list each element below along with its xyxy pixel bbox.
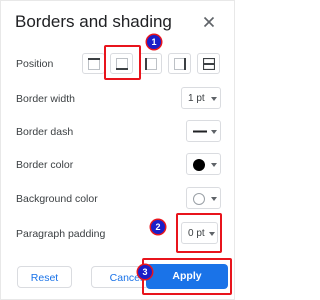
chevron-down-icon [209,232,215,236]
border-width-value: 1 pt [188,93,205,104]
paragraph-padding-label: Paragraph padding [16,228,106,240]
chevron-down-icon [211,97,217,101]
close-icon[interactable] [200,13,218,31]
dialog-title: Borders and shading [15,12,172,31]
position-top-button[interactable] [82,53,105,74]
border-top-icon [88,58,100,70]
border-width-dropdown[interactable]: 1 pt [181,87,221,109]
position-between-button[interactable] [197,53,220,74]
position-left-button[interactable] [139,53,162,74]
step-badge-2: 2 [151,220,165,234]
paragraph-padding-dropdown[interactable]: 0 pt [181,222,218,244]
position-bottom-button[interactable] [110,53,133,74]
paragraph-padding-value: 0 pt [188,228,205,239]
chevron-down-icon [211,197,217,201]
border-right-icon [174,58,186,70]
position-right-button[interactable] [168,53,191,74]
borders-and-shading-dialog: Borders and shading Position Border widt… [0,0,235,300]
border-left-icon [145,58,157,70]
background-color-swatch [193,193,205,205]
apply-button[interactable]: Apply [146,264,228,289]
border-between-icon [203,58,215,70]
chevron-down-icon [211,163,217,167]
border-width-label: Border width [16,93,75,105]
chevron-down-icon [211,130,217,134]
step-badge-3: 3 [138,265,152,279]
position-label: Position [16,58,54,70]
border-bottom-icon [116,58,128,70]
border-color-label: Border color [16,159,74,171]
step-badge-1: 1 [147,35,161,49]
border-dash-label: Border dash [16,126,74,138]
solid-line-icon [193,130,207,133]
border-color-picker[interactable] [186,153,221,175]
background-color-label: Background color [16,193,98,205]
reset-button[interactable]: Reset [17,266,72,288]
border-color-swatch [193,159,205,171]
border-dash-dropdown[interactable] [186,120,221,142]
background-color-picker[interactable] [186,187,221,209]
